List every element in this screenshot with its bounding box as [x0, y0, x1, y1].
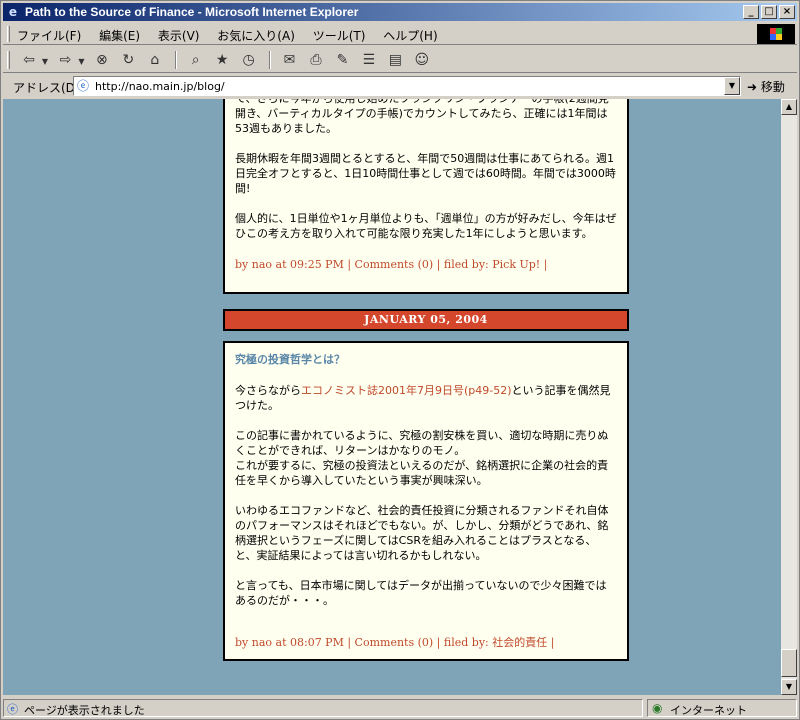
- intro-text: 今さらながら: [235, 384, 301, 397]
- windows-logo: [757, 24, 795, 44]
- status-bar: ⓔ ページが表示されました ◉ インターネット: [3, 697, 797, 717]
- refresh-icon[interactable]: ↻: [118, 51, 138, 69]
- toolbar-separator: [175, 51, 178, 69]
- page-done-icon: ⓔ: [7, 703, 18, 716]
- date-header: JANUARY 05, 2004: [223, 309, 629, 331]
- ie-logo-icon: e: [8, 5, 18, 19]
- toolbar-separator: [269, 51, 272, 69]
- go-button[interactable]: ➜ 移動: [747, 78, 785, 95]
- vertical-scrollbar[interactable]: ▲ ▼: [781, 99, 797, 695]
- post-paragraph: この記事に書かれているように、究極の割安株を買い、適切な時期に売りぬくことができ…: [235, 429, 609, 487]
- address-url[interactable]: http://nao.main.jp/blog/: [95, 80, 225, 93]
- post-paragraph: と言っても、日本市場に関してはデータが出揃っていないので少々困難ではあるのだが・…: [235, 579, 607, 607]
- maximize-button[interactable]: □: [761, 5, 777, 19]
- edit-icon[interactable]: ✎: [332, 51, 352, 69]
- post-paragraph: 長期休暇を年間3週間とるとすると、年間で50週間は仕事にあてられる。週1日完全オ…: [235, 152, 616, 195]
- stop-icon[interactable]: ⊗: [92, 51, 112, 69]
- page-viewport[interactable]: て、さらに今年から使用し始めたフランクリン・プランナーの手帳(2週間見開き、バー…: [3, 99, 781, 695]
- back-dropdown-icon[interactable]: ▼: [41, 53, 49, 71]
- address-input[interactable]: ⓔ http://nao.main.jp/blog/ ▼: [73, 76, 741, 96]
- title-bar: e Path to the Source of Finance - Micros…: [3, 3, 797, 21]
- status-text: ページが表示されました: [24, 704, 145, 717]
- menu-favorites[interactable]: お気に入り(A): [217, 29, 295, 43]
- address-bar: アドレス(D) ⓔ http://nao.main.jp/blog/ ▼ ➜ 移…: [3, 74, 797, 98]
- close-button[interactable]: ×: [779, 5, 795, 19]
- scroll-up-button[interactable]: ▲: [781, 99, 797, 115]
- research-icon[interactable]: ▤: [385, 51, 405, 69]
- toolbar-grip[interactable]: [7, 51, 10, 69]
- post-title[interactable]: 究極の投資哲学とは？: [235, 351, 617, 367]
- print-icon[interactable]: ⎙: [306, 51, 326, 69]
- blog-post: て、さらに今年から使用し始めたフランクリン・プランナーの手帳(2週間見開き、バー…: [223, 99, 629, 294]
- menu-view[interactable]: 表示(V): [158, 29, 200, 43]
- post-intro: 今さらながらエコノミスト誌2001年7月9日号(p49-52)という記事を偶然見…: [235, 383, 617, 413]
- post-meta[interactable]: by nao at 09:25 PM | Comments (0) | file…: [235, 257, 617, 272]
- page-icon: ⓔ: [77, 79, 90, 93]
- go-label: 移動: [760, 80, 785, 94]
- economist-link[interactable]: エコノミスト誌2001年7月9日号(p49-52): [301, 384, 512, 397]
- menu-edit[interactable]: 編集(E): [99, 29, 140, 43]
- menu-file[interactable]: ファイル(F): [17, 29, 81, 43]
- address-dropdown-button[interactable]: ▼: [724, 77, 740, 95]
- scroll-thumb[interactable]: [781, 649, 797, 677]
- window-controls: _ □ ×: [741, 5, 795, 19]
- go-arrow-icon: ➜: [747, 80, 758, 94]
- menu-help[interactable]: ヘルプ(H): [383, 29, 437, 43]
- forward-dropdown-icon[interactable]: ▼: [77, 53, 85, 71]
- home-icon[interactable]: ⌂: [145, 51, 165, 69]
- window-title: Path to the Source of Finance - Microsof…: [25, 5, 359, 19]
- history-icon[interactable]: ◷: [239, 51, 259, 69]
- status-panel: ⓔ ページが表示されました: [3, 699, 643, 717]
- messenger-icon[interactable]: ☺: [412, 51, 432, 69]
- post-paragraph: 個人的に、1日単位や1ヶ月単位よりも、「週単位」の方が好みだし、今年はぜひこの考…: [235, 212, 617, 240]
- scroll-down-button[interactable]: ▼: [781, 679, 797, 695]
- address-label: アドレス(D): [13, 81, 80, 95]
- discuss-icon[interactable]: ☰: [359, 51, 379, 69]
- forward-icon[interactable]: ⇨: [55, 51, 75, 69]
- post-meta[interactable]: by nao at 08:07 PM | Comments (0) | file…: [235, 635, 617, 650]
- menu-tools[interactable]: ツール(T): [313, 29, 366, 43]
- minimize-button[interactable]: _: [743, 5, 759, 19]
- toolbar: ⇦ ▼ ⇨ ▼ ⊗ ↻ ⌂ ⌕ ★ ◷ ✉ ⎙ ✎ ☰ ▤ ☺: [3, 47, 797, 73]
- security-zone[interactable]: ◉ インターネット: [647, 699, 797, 717]
- menu-grip[interactable]: [7, 26, 10, 42]
- post-paragraph: いわゆるエコファンドなど、社会的責任投資に分類されるファンドそれ自体のパフォーマ…: [235, 504, 609, 562]
- windows-flag-lower: [770, 34, 782, 40]
- browser-window: e Path to the Source of Finance - Micros…: [0, 0, 800, 720]
- back-icon[interactable]: ⇦: [19, 51, 39, 69]
- mail-icon[interactable]: ✉: [280, 51, 300, 69]
- menu-items: ファイル(F) 編集(E) 表示(V) お気に入り(A) ツール(T) ヘルプ(…: [17, 27, 452, 44]
- favorites-icon[interactable]: ★: [212, 51, 232, 69]
- menu-bar: ファイル(F) 編集(E) 表示(V) お気に入り(A) ツール(T) ヘルプ(…: [3, 23, 797, 45]
- toolbar-buttons: ⇦ ▼ ⇨ ▼ ⊗ ↻ ⌂ ⌕ ★ ◷ ✉ ⎙ ✎ ☰ ▤ ☺: [19, 51, 434, 71]
- internet-globe-icon: ◉: [652, 701, 663, 715]
- blog-post: 究極の投資哲学とは？ 今さらながらエコノミスト誌2001年7月9日号(p49-5…: [223, 341, 629, 661]
- search-icon[interactable]: ⌕: [186, 51, 206, 69]
- post-paragraph: て、さらに今年から使用し始めたフランクリン・プランナーの手帳(2週間見開き、バー…: [235, 99, 609, 135]
- zone-text: インターネット: [670, 704, 747, 717]
